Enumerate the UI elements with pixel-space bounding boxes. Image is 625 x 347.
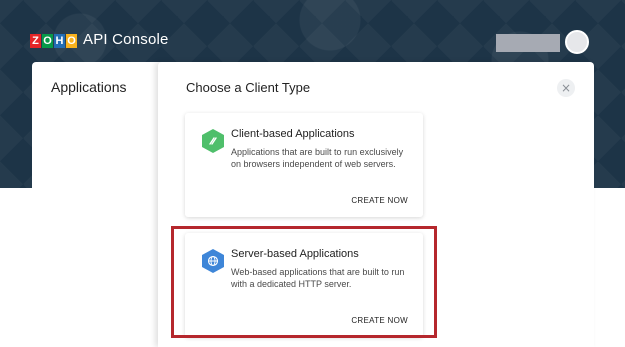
user-name-redacted[interactable] — [496, 34, 560, 52]
app-title: API Console — [83, 31, 169, 48]
client-icon — [202, 129, 224, 153]
logo-letter-z: Z — [30, 34, 41, 48]
card-title: Server-based Applications — [231, 248, 359, 260]
card-title: Client-based Applications — [231, 128, 355, 140]
client-based-card[interactable]: Client-based Applications Applications t… — [185, 113, 423, 217]
server-based-card[interactable]: Server-based Applications Web-based appl… — [185, 233, 423, 337]
applications-panel: Applications — [32, 62, 162, 347]
user-avatar[interactable] — [565, 30, 589, 54]
modal-title: Choose a Client Type — [186, 80, 311, 95]
logo-letter-h: H — [54, 34, 65, 48]
card-description: Applications that are built to run exclu… — [231, 147, 404, 169]
applications-heading: Applications — [51, 79, 127, 95]
close-button[interactable]: × — [557, 79, 575, 97]
zoho-logo[interactable]: Z O H O — [30, 33, 78, 49]
globe-icon — [202, 249, 224, 273]
logo-letter-o: O — [42, 34, 53, 48]
logo-letter-o-2: O — [66, 34, 77, 48]
create-now-button[interactable]: CREATE NOW — [351, 196, 408, 205]
client-type-modal: Choose a Client Type × Client-based Appl… — [158, 62, 594, 347]
create-now-button[interactable]: CREATE NOW — [351, 316, 408, 325]
card-description: Web-based applications that are built to… — [231, 267, 405, 289]
